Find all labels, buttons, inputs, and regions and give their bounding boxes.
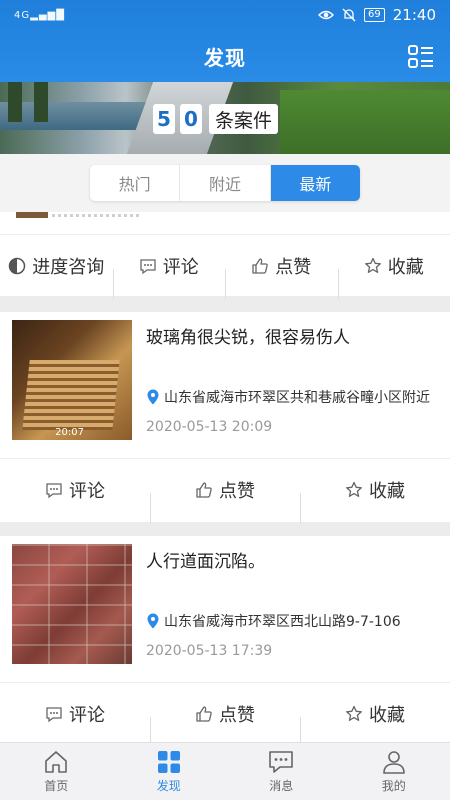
comment-button[interactable]: 评论 (0, 477, 150, 503)
case-video-thumbnail[interactable]: 20:07 (12, 320, 132, 440)
nav-label: 发现 (156, 778, 181, 793)
location-pin-icon (147, 389, 159, 405)
counter-unit: 条案件 (209, 104, 279, 134)
favorite-button[interactable]: 收藏 (300, 701, 450, 747)
page-title: 发现 (204, 45, 246, 70)
like-icon (196, 481, 212, 498)
like-button[interactable]: 点赞 (225, 253, 338, 299)
app-header: 4G▂▄▆█ 69 21:40 发现 (0, 0, 450, 82)
nav-profile[interactable]: 我的 (338, 743, 450, 800)
list-menu-icon[interactable] (408, 44, 434, 70)
like-icon (252, 257, 269, 274)
nav-discover[interactable]: 发现 (113, 743, 226, 800)
location-pin-icon (147, 613, 159, 629)
case-location: 山东省威海市环翠区共和巷戚谷疃小区附近 (146, 387, 436, 407)
star-icon (364, 257, 381, 273)
action-label: 评论 (69, 704, 105, 726)
counter-digit: 5 (153, 104, 175, 134)
action-label: 收藏 (369, 480, 405, 502)
card-peek (0, 212, 450, 234)
card-actions: 进度咨询 评论 点赞 收藏 (0, 234, 450, 299)
comment-button[interactable]: 评论 (112, 253, 226, 299)
nav-label: 消息 (269, 778, 294, 793)
case-time: 2020-05-13 17:39 (146, 643, 273, 659)
tab-latest[interactable]: 最新 (270, 165, 360, 201)
star-icon (346, 481, 362, 497)
case-time: 2020-05-13 20:09 (146, 419, 273, 435)
home-icon (45, 750, 68, 773)
comment-button[interactable]: 评论 (0, 701, 150, 727)
case-card[interactable]: 人行道面沉陷。 山东省威海市环翠区西北山路9-7-106 2020-05-13 … (0, 536, 450, 747)
progress-inquiry-button[interactable]: 进度咨询 (0, 253, 113, 279)
card-actions: 评论 点赞 收藏 (0, 458, 450, 523)
location-text: 山东省威海市环翠区共和巷戚谷疃小区附近 (164, 390, 430, 406)
like-button[interactable]: 点赞 (150, 477, 300, 523)
mute-bell-icon (342, 8, 356, 22)
favorite-button[interactable]: 收藏 (300, 477, 450, 523)
progress-icon (9, 257, 26, 274)
comment-icon (140, 258, 156, 274)
action-label: 点赞 (219, 480, 255, 502)
comment-icon (46, 706, 62, 722)
discover-grid-icon (157, 750, 180, 773)
nav-label: 我的 (381, 778, 406, 793)
case-card: 进度咨询 评论 点赞 收藏 (0, 212, 450, 299)
case-card[interactable]: 20:07 玻璃角很尖锐，很容易伤人 山东省威海市环翠区共和巷戚谷疃小区附近 2… (0, 312, 450, 523)
action-label: 点赞 (219, 704, 255, 726)
nav-messages[interactable]: 消息 (225, 743, 338, 800)
message-icon (269, 750, 294, 773)
comment-icon (46, 482, 62, 498)
case-title: 人行道面沉陷。 (146, 552, 265, 572)
eye-icon (318, 10, 335, 20)
nav-home[interactable]: 首页 (0, 743, 113, 800)
nav-label: 首页 (44, 778, 69, 793)
video-duration: 20:07 (55, 427, 84, 438)
star-icon (346, 705, 362, 721)
action-label: 评论 (162, 256, 199, 278)
case-title: 玻璃角很尖锐，很容易伤人 (146, 328, 350, 348)
card-actions: 评论 点赞 收藏 (0, 682, 450, 747)
clock: 21:40 (392, 6, 436, 24)
case-photo-thumbnail[interactable] (12, 544, 132, 664)
network-indicator: 4G▂▄▆█ (14, 9, 65, 21)
action-label: 收藏 (387, 256, 424, 278)
action-label: 进度咨询 (32, 256, 105, 278)
counter-digit: 0 (180, 104, 202, 134)
tab-hot[interactable]: 热门 (90, 165, 181, 201)
action-label: 点赞 (275, 256, 312, 278)
status-bar: 4G▂▄▆█ 69 21:40 (0, 0, 450, 30)
case-location: 山东省威海市环翠区西北山路9-7-106 (146, 611, 436, 631)
action-label: 评论 (69, 480, 105, 502)
case-counter: 5 0 条案件 (153, 104, 279, 134)
bottom-nav: 首页 发现 消息 我的 (0, 742, 450, 800)
action-label: 收藏 (369, 704, 405, 726)
filter-tabs-bar: 热门 附近 最新 (0, 154, 450, 212)
like-button[interactable]: 点赞 (150, 701, 300, 747)
like-icon (196, 705, 212, 722)
battery-indicator: 69 (364, 8, 385, 22)
profile-icon (382, 750, 405, 774)
favorite-button[interactable]: 收藏 (337, 253, 450, 299)
location-text: 山东省威海市环翠区西北山路9-7-106 (164, 614, 401, 630)
tab-nearby[interactable]: 附近 (180, 165, 271, 201)
segmented-tabs: 热门 附近 最新 (90, 165, 360, 201)
